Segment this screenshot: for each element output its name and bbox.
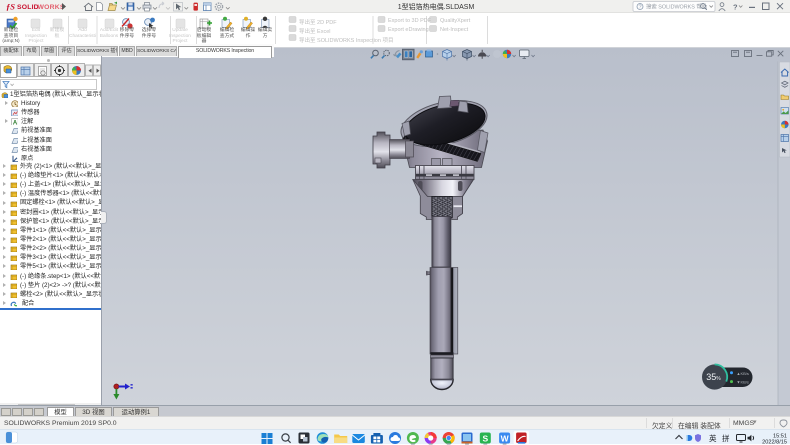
svg-text:▼KB/s: ▼KB/s bbox=[737, 380, 749, 385]
svg-text:▲KB/s: ▲KB/s bbox=[737, 371, 749, 376]
